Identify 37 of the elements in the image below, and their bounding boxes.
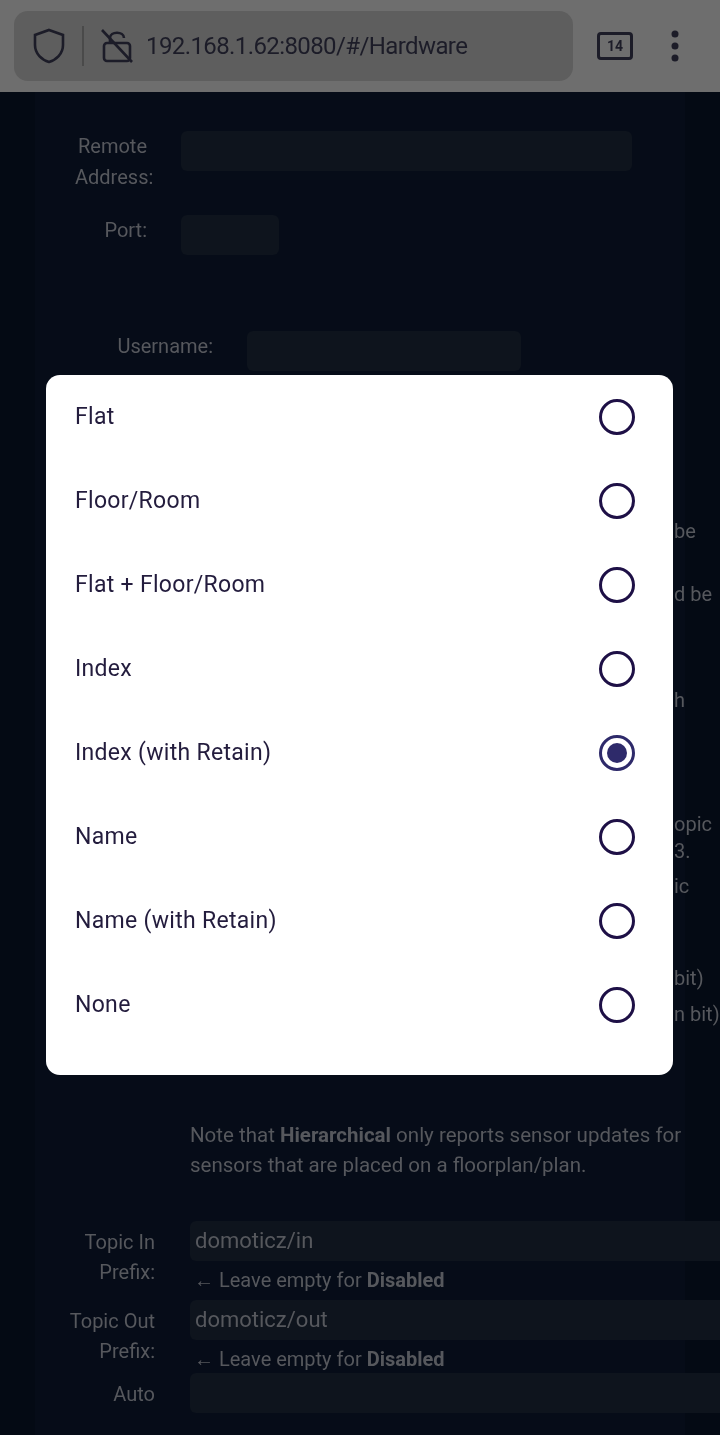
radio-button[interactable]: [599, 483, 635, 519]
radio-button[interactable]: [599, 819, 635, 855]
field-label: Remote Address:: [74, 133, 155, 191]
field-label: Port:: [103, 217, 148, 244]
radio-button[interactable]: [599, 399, 635, 435]
radio-option[interactable]: Name (with Retain): [46, 879, 673, 963]
field-label: Topic Out Prefix:: [68, 1308, 155, 1365]
partial-text: opic: [674, 811, 712, 838]
radio-option[interactable]: Name: [46, 795, 673, 879]
note-text: Note that Hierarchical only reports sensor updates for sensors that are placed on a floorplan/plan.: [190, 1122, 683, 1179]
partial-text: bit): [674, 965, 704, 992]
field-label: Username:: [116, 333, 214, 360]
radio-button[interactable]: [599, 651, 635, 687]
radio-button[interactable]: [599, 987, 635, 1023]
partial-text: d be: [674, 581, 713, 608]
partial-text: n bit): [674, 1001, 720, 1028]
radio-option[interactable]: Index (with Retain): [46, 711, 673, 795]
url-text: 192.168.1.62:8080/#/Hardware: [146, 31, 468, 62]
lock-crossed-icon[interactable]: [100, 28, 134, 64]
radio-option[interactable]: Flat + Floor/Room: [46, 543, 673, 627]
hint-text: ← Leave empty for Disabled: [193, 1267, 446, 1294]
radio-button[interactable]: [599, 567, 635, 603]
partial-text: 3.: [674, 838, 691, 865]
radio-option[interactable]: Index: [46, 627, 673, 711]
partial-text: be: [674, 518, 696, 545]
radio-option[interactable]: Flat: [46, 375, 673, 459]
partial-text: ic: [674, 873, 690, 900]
radio-button[interactable]: [599, 903, 635, 939]
field-label: Auto: [112, 1381, 155, 1408]
radio-option[interactable]: None: [46, 963, 673, 1047]
partial-text: h: [674, 687, 685, 714]
field-label: Topic In Prefix:: [83, 1229, 155, 1286]
radio-button[interactable]: [599, 735, 635, 771]
shield-icon[interactable]: [32, 28, 66, 64]
menu-icon[interactable]: [671, 30, 679, 62]
hint-text: ← Leave empty for Disabled: [193, 1346, 446, 1373]
radio-option[interactable]: Floor/Room: [46, 459, 673, 543]
